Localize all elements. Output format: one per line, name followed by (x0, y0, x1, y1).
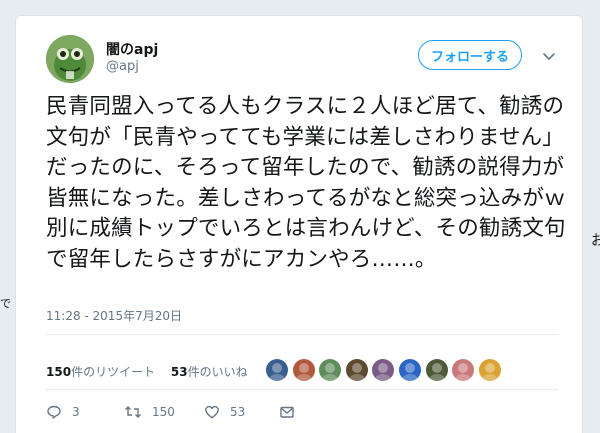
tweet-text: 民青同盟入ってる人もクラスに２人ほど居て、勧誘の文句が「民青やってても学業には差… (46, 94, 566, 272)
liker-avatar[interactable] (478, 359, 501, 381)
like-count: 53 (230, 405, 246, 419)
background-text-fragment: で (0, 297, 11, 310)
like-button[interactable]: 53 (204, 404, 279, 420)
liker-avatar[interactable] (452, 359, 475, 381)
liker-avatar[interactable] (266, 359, 288, 381)
tweet-card: 闇のapj @apj フォローする 民青同盟入ってる人もクラスに２人ほど居て、勧… (16, 16, 582, 433)
chevron-down-icon[interactable] (542, 48, 556, 60)
heart-icon (205, 405, 219, 419)
reply-icon (47, 405, 61, 419)
like-stat[interactable]: 53件のいいね (171, 363, 248, 380)
tweet-actions: 3 150 53 (46, 404, 295, 420)
liker-avatar[interactable] (345, 359, 368, 381)
direct-message-button[interactable] (279, 404, 295, 420)
retweet-stat-label: 件のリツイート (71, 365, 156, 379)
frog-avatar-icon (46, 35, 94, 83)
like-stat-count: 53 (170, 365, 188, 379)
avatar[interactable] (46, 35, 94, 83)
divider (46, 389, 558, 390)
retweet-stat[interactable]: 150件のリツイート (46, 363, 155, 380)
retweet-stat-count: 150 (46, 365, 72, 379)
tweet-timestamp[interactable]: 11:28 - 2015年7月20日 (46, 307, 182, 324)
retweet-icon (125, 406, 141, 418)
liker-avatar[interactable] (372, 359, 395, 381)
background-text-fragment: お (591, 233, 600, 249)
liker-avatars (266, 359, 505, 381)
liker-avatar[interactable] (319, 359, 342, 381)
divider (46, 334, 558, 335)
liker-avatar[interactable] (425, 359, 448, 381)
like-stat-label: 件のいいね (187, 365, 248, 379)
reply-count: 3 (72, 405, 80, 419)
tweet-stats: 150件のリツイート 53件のいいね (46, 363, 260, 380)
retweet-button[interactable]: 150 (124, 404, 204, 420)
reply-button[interactable]: 3 (46, 404, 124, 420)
display-name[interactable]: 闇のapj (106, 39, 158, 59)
retweet-count: 150 (152, 405, 175, 419)
liker-avatar[interactable] (398, 359, 421, 381)
follow-button[interactable]: フォローする (418, 40, 522, 70)
liker-avatar[interactable] (292, 359, 315, 381)
envelope-icon (280, 406, 294, 418)
user-handle[interactable]: @apj (106, 59, 139, 74)
